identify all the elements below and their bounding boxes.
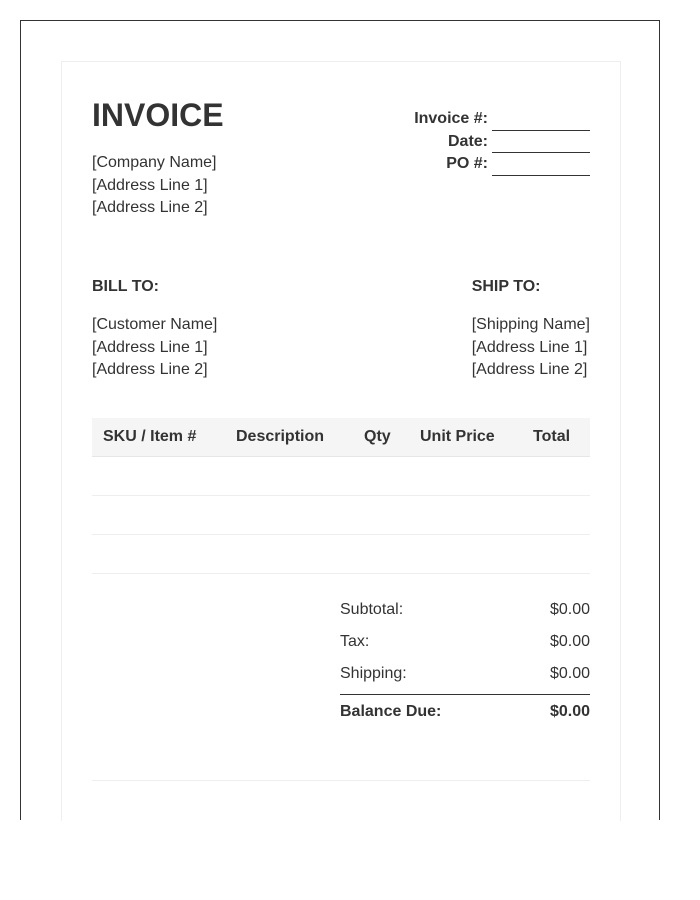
table-cell[interactable] — [522, 495, 590, 535]
tax-label: Tax: — [340, 633, 370, 650]
bill-to-name: [Customer Name] — [92, 316, 218, 333]
tax-row: Tax: $0.00 — [340, 630, 590, 662]
invoice-meta: Invoice #: Date: PO #: — [414, 108, 590, 176]
balance-due-value: $0.00 — [549, 703, 590, 720]
table-row[interactable] — [92, 534, 590, 574]
po-label: PO #: — [446, 155, 488, 172]
date-row: Date: — [414, 131, 590, 153]
subtotal-value: $0.00 — [549, 601, 590, 618]
table-cell[interactable] — [409, 534, 522, 574]
table-cell[interactable] — [409, 456, 522, 496]
subtotal-row: Subtotal: $0.00 — [340, 598, 590, 630]
company-address-line-2: [Address Line 2] — [92, 199, 208, 216]
bill-to-address-line-1: [Address Line 1] — [92, 338, 208, 356]
po-row: PO #: — [414, 153, 590, 176]
footer-divider — [92, 780, 590, 781]
shipping-value: $0.00 — [549, 665, 590, 682]
table-cell[interactable] — [225, 495, 353, 535]
table-cell[interactable] — [92, 495, 225, 535]
table-row[interactable] — [92, 456, 590, 496]
table-row[interactable] — [92, 495, 590, 535]
subtotal-label: Subtotal: — [340, 601, 404, 618]
table-header-row: SKU / Item # Description Qty Unit Price … — [92, 418, 590, 457]
balance-due-label: Balance Due: — [340, 703, 442, 720]
bill-to-section: BILL TO: [Customer Name] [Address Line 1… — [92, 276, 217, 382]
ship-to-address-line-2: [Address Line 2] — [471, 361, 588, 378]
line-items-table: SKU / Item # Description Qty Unit Price … — [92, 418, 590, 574]
bill-to-heading: BILL TO: — [92, 278, 159, 295]
ship-to-section: SHIP TO: [Shipping Name] [Address Line 1… — [472, 276, 590, 382]
invoice-page: INVOICE [Company Name] [Address Line 1] … — [61, 61, 621, 821]
invoice-number-row: Invoice #: — [414, 108, 590, 131]
table-cell[interactable] — [353, 534, 409, 574]
ship-to-address-line-1: [Address Line 1] — [471, 338, 588, 356]
ship-to-heading: SHIP TO: — [471, 278, 541, 295]
company-address-line-1: [Address Line 1] — [92, 176, 208, 194]
column-header-sku: SKU / Item # — [92, 418, 225, 457]
column-header-description: Description — [225, 418, 353, 457]
invoice-title: INVOICE — [92, 97, 224, 133]
table-cell[interactable] — [522, 534, 590, 574]
table-cell[interactable] — [522, 456, 590, 496]
table-cell[interactable] — [92, 456, 225, 496]
bill-to-address-line-2: [Address Line 2] — [92, 361, 208, 378]
table-cell[interactable] — [353, 456, 409, 496]
table-cell[interactable] — [353, 495, 409, 535]
company-name: [Company Name] — [92, 154, 217, 171]
invoice-number-label: Invoice #: — [414, 110, 488, 127]
shipping-row: Shipping: $0.00 — [340, 662, 590, 694]
tax-value: $0.00 — [549, 633, 590, 650]
column-header-total: Total — [522, 418, 590, 457]
company-info: [Company Name] [Address Line 1] [Address… — [92, 152, 217, 220]
invoice-number-field[interactable] — [492, 115, 590, 131]
date-label: Date: — [447, 132, 488, 150]
column-header-qty: Qty — [353, 418, 409, 457]
balance-due-row: Balance Due: $0.00 — [340, 695, 590, 727]
table-cell[interactable] — [225, 534, 353, 574]
table-cell[interactable] — [409, 495, 522, 535]
table-cell[interactable] — [92, 534, 225, 574]
po-field[interactable] — [492, 160, 590, 176]
date-field[interactable] — [492, 137, 590, 153]
table-cell[interactable] — [225, 456, 353, 496]
column-header-unit-price: Unit Price — [409, 418, 522, 457]
totals-section: Subtotal: $0.00 Tax: $0.00 Shipping: $0.… — [340, 598, 590, 727]
shipping-label: Shipping: — [340, 665, 407, 682]
ship-to-name: [Shipping Name] — [471, 316, 590, 333]
